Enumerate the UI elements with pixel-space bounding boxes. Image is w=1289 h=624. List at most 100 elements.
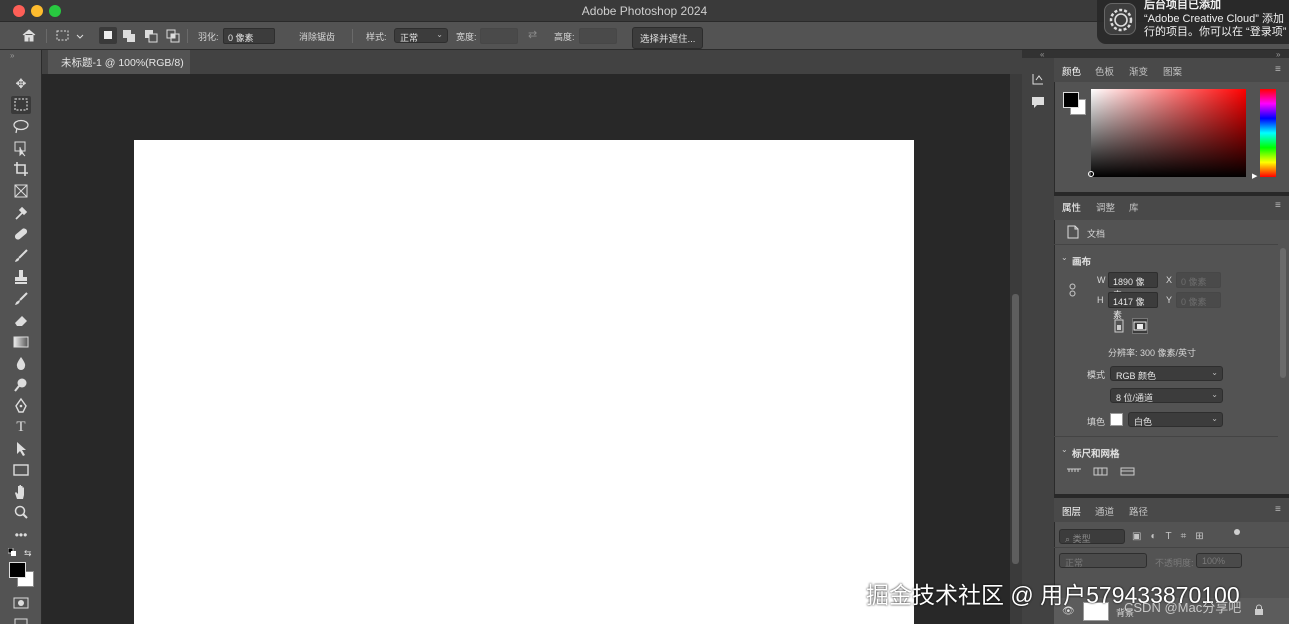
subtract-selection-icon[interactable] xyxy=(143,28,159,43)
feather-input[interactable]: 0 像素 xyxy=(223,28,275,44)
properties-scrollbar[interactable] xyxy=(1280,248,1286,378)
intersect-selection-icon[interactable] xyxy=(165,28,181,43)
link-dimensions-icon[interactable] xyxy=(1068,283,1078,297)
bit-depth-value: 8 位/通道 xyxy=(1116,393,1154,403)
hue-slider[interactable] xyxy=(1260,89,1276,177)
zoom-tool-icon[interactable] xyxy=(11,504,31,522)
screen-mode-icon[interactable] xyxy=(11,614,31,624)
brush-tool-icon[interactable] xyxy=(11,247,31,265)
select-and-mask-button[interactable]: 选择并遮住... xyxy=(632,27,704,49)
move-tool-icon[interactable]: ✥ xyxy=(11,75,31,93)
new-selection-button[interactable] xyxy=(99,27,117,44)
guides-icon[interactable] xyxy=(1120,466,1136,476)
layer-filter-icons[interactable]: ▣◐T⌗⊞ xyxy=(1132,531,1213,542)
chevron-down-icon: ⌄ xyxy=(1211,414,1218,423)
scrollbar-thumb[interactable] xyxy=(1012,294,1019,564)
panel-menu-icon[interactable]: ≡ xyxy=(1275,64,1281,75)
type-tool-icon[interactable]: T xyxy=(11,418,31,436)
canvas-height-input[interactable]: 1417 像素 xyxy=(1108,292,1158,320)
foreground-color-chip[interactable] xyxy=(1063,92,1079,108)
tab-layers[interactable]: 图层 xyxy=(1062,504,1081,518)
rulers-grids-section-title[interactable]: 标尺和网格 xyxy=(1072,446,1120,460)
color-picker-cursor[interactable] xyxy=(1088,171,1094,177)
watermark-text-secondary: CSDN @Mac分享吧 xyxy=(1124,600,1242,615)
canvas-y-input[interactable]: 0 像素 xyxy=(1176,292,1221,308)
quick-mask-icon[interactable] xyxy=(11,594,31,612)
bit-depth-select[interactable]: 8 位/通道 ⌄ xyxy=(1110,388,1223,403)
hue-slider-handle[interactable]: ▶ xyxy=(1252,172,1257,180)
lasso-tool-icon[interactable] xyxy=(11,118,31,136)
lock-icon xyxy=(1254,604,1264,616)
history-panel-icon[interactable] xyxy=(1030,71,1046,87)
divider xyxy=(46,29,47,43)
marquee-preset-icon[interactable] xyxy=(56,29,86,43)
color-picker-field[interactable] xyxy=(1091,89,1246,177)
object-selection-tool-icon[interactable] xyxy=(11,139,31,157)
eraser-tool-icon[interactable] xyxy=(11,311,31,329)
rectangular-marquee-tool-icon[interactable] xyxy=(11,96,31,114)
mode-label: 模式 xyxy=(1087,370,1106,380)
antialias-checkbox-label[interactable]: 消除锯齿 xyxy=(299,30,335,43)
add-selection-icon[interactable] xyxy=(121,28,137,43)
color-mode-value: RGB 颜色 xyxy=(1116,371,1157,381)
crop-tool-icon[interactable] xyxy=(11,160,31,178)
chevron-down-icon[interactable]: ⌄ xyxy=(1061,445,1068,454)
landscape-orientation-icon[interactable] xyxy=(1132,318,1148,334)
fill-color-swatch[interactable] xyxy=(1110,413,1123,426)
collapse-panels-icon[interactable]: « xyxy=(1040,50,1044,59)
layer-filter-select[interactable]: ⌕ 类型 xyxy=(1059,529,1125,544)
eyedropper-tool-icon[interactable] xyxy=(11,204,31,222)
tab-patterns[interactable]: 图案 xyxy=(1163,64,1182,78)
grid-icon[interactable] xyxy=(1093,466,1109,476)
height-input[interactable] xyxy=(579,28,617,44)
foreground-color-swatch[interactable] xyxy=(9,562,26,578)
document-canvas[interactable] xyxy=(134,140,914,624)
portrait-orientation-icon[interactable] xyxy=(1112,319,1126,333)
canvas-x-input[interactable]: 0 像素 xyxy=(1176,272,1221,288)
gradient-tool-icon[interactable] xyxy=(11,333,31,351)
hand-tool-icon[interactable] xyxy=(11,483,31,501)
filter-toggle-icon[interactable] xyxy=(1234,529,1240,535)
tab-gradients[interactable]: 渐变 xyxy=(1129,64,1148,78)
fill-select[interactable]: 白色 ⌄ xyxy=(1128,412,1223,427)
canvas-width-input[interactable]: 1890 像素 xyxy=(1108,272,1158,300)
tab-channels[interactable]: 通道 xyxy=(1095,504,1114,518)
dodge-tool-icon[interactable] xyxy=(11,376,31,394)
color-mode-select[interactable]: RGB 颜色 ⌄ xyxy=(1110,366,1223,381)
home-icon[interactable] xyxy=(21,28,37,43)
comments-panel-icon[interactable] xyxy=(1030,94,1046,110)
tab-properties[interactable]: 属性 xyxy=(1062,200,1081,214)
healing-brush-tool-icon[interactable] xyxy=(11,225,31,243)
ruler-icon[interactable] xyxy=(1066,466,1082,476)
divider xyxy=(1054,244,1278,245)
canvas-section-title[interactable]: 画布 xyxy=(1072,254,1091,268)
divider xyxy=(1054,436,1278,437)
rectangle-tool-icon[interactable] xyxy=(11,461,31,479)
more-tools-icon[interactable]: ••• xyxy=(11,526,31,544)
tab-swatches[interactable]: 色板 xyxy=(1095,64,1114,78)
pen-tool-icon[interactable] xyxy=(11,397,31,415)
properties-panel-tabs xyxy=(1054,196,1289,220)
history-brush-tool-icon[interactable] xyxy=(11,290,31,308)
document-tab[interactable]: 未标题-1 @ 100%(RGB/8) xyxy=(48,50,190,74)
resolution-text: 分辨率: 300 像素/英寸 xyxy=(1108,348,1197,358)
blur-tool-icon[interactable] xyxy=(11,354,31,372)
panel-menu-icon[interactable]: ≡ xyxy=(1275,200,1281,211)
tab-adjustments[interactable]: 调整 xyxy=(1096,200,1115,214)
panel-menu-icon[interactable]: ≡ xyxy=(1275,504,1281,515)
clone-stamp-tool-icon[interactable] xyxy=(11,268,31,286)
swap-colors-icon[interactable]: ⇆ xyxy=(24,548,32,559)
blend-mode-select[interactable]: 正常 xyxy=(1059,553,1147,568)
frame-tool-icon[interactable] xyxy=(11,182,31,200)
width-input[interactable] xyxy=(480,28,518,44)
swap-dimensions-icon[interactable]: ⇄ xyxy=(528,28,537,41)
tab-libraries[interactable]: 库 xyxy=(1129,200,1139,214)
tab-paths[interactable]: 路径 xyxy=(1129,504,1148,518)
default-colors-icon[interactable] xyxy=(7,547,17,557)
chevron-down-icon[interactable]: ⌄ xyxy=(1061,253,1068,262)
style-value: 正常 xyxy=(400,33,419,43)
tab-color[interactable]: 颜色 xyxy=(1062,64,1081,78)
path-selection-tool-icon[interactable] xyxy=(11,440,31,458)
opacity-input[interactable]: 100% xyxy=(1196,553,1242,568)
style-select[interactable]: 正常 ⌄ xyxy=(394,28,448,43)
